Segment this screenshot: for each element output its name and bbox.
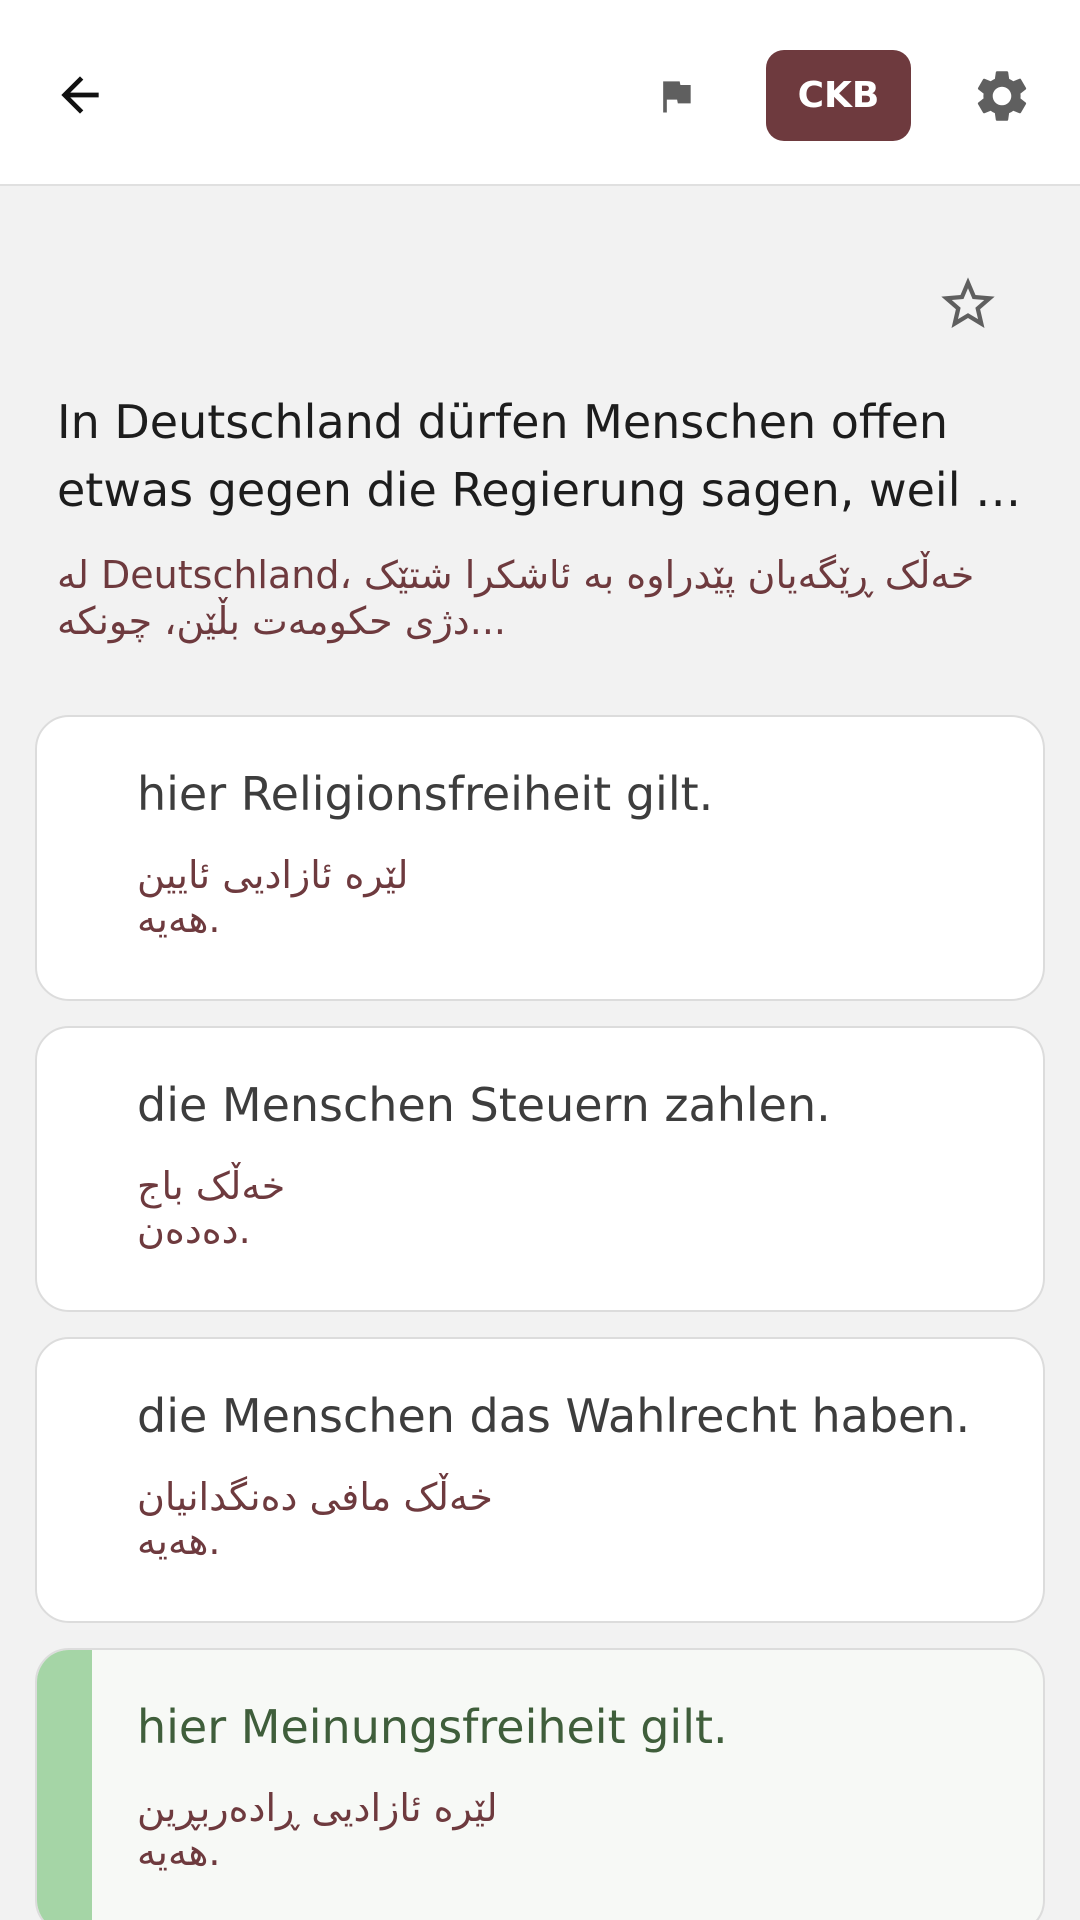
answer-text: die Menschen Steuern zahlen. [137,1078,831,1132]
answer-option-3[interactable]: die Menschen das Wahlrecht haben. خەڵک م… [35,1337,1045,1623]
answer-text: hier Meinungsfreiheit gilt. [137,1700,728,1754]
answer-option-4-correct[interactable]: hier Meinungsfreiheit gilt. لێرە ئازادیی… [35,1648,1045,1920]
settings-button[interactable] [960,54,1044,138]
answer-text: hier Religionsfreiheit gilt. [137,767,714,821]
language-button[interactable]: CKB [766,50,911,141]
answer-translation: لێرە ئازادیی ئایین هەیە. [137,853,409,941]
star-outline-icon [941,277,995,328]
report-button[interactable] [636,56,716,136]
answer-option-1[interactable]: hier Religionsfreiheit gilt. لێرە ئازادی… [35,715,1045,1001]
answer-translation: خەڵک باج دەدەن. [137,1164,286,1252]
app-bar: CKB [0,0,1080,186]
answer-translation: لێرە ئازادیی ڕادەربڕین هەیە. [137,1786,498,1874]
favorite-button[interactable] [928,264,1008,344]
answer-translation: خەڵک مافی دەنگدانیان هەیە. [137,1475,493,1563]
back-button[interactable] [40,50,120,140]
gear-icon [977,71,1027,121]
answer-text: die Menschen das Wahlrecht haben. [137,1389,971,1443]
correct-indicator [37,1650,92,1920]
question-text: In Deutschland dürfen Menschen offen etw… [57,395,1022,517]
answer-option-2[interactable]: die Menschen Steuern zahlen. خەڵک باج دە… [35,1026,1045,1312]
flag-icon [663,81,691,113]
arrow-left-icon [61,76,99,114]
question-translation: له Deutschland، خەڵک ڕێگەیان پێدراوە بە … [57,553,975,643]
